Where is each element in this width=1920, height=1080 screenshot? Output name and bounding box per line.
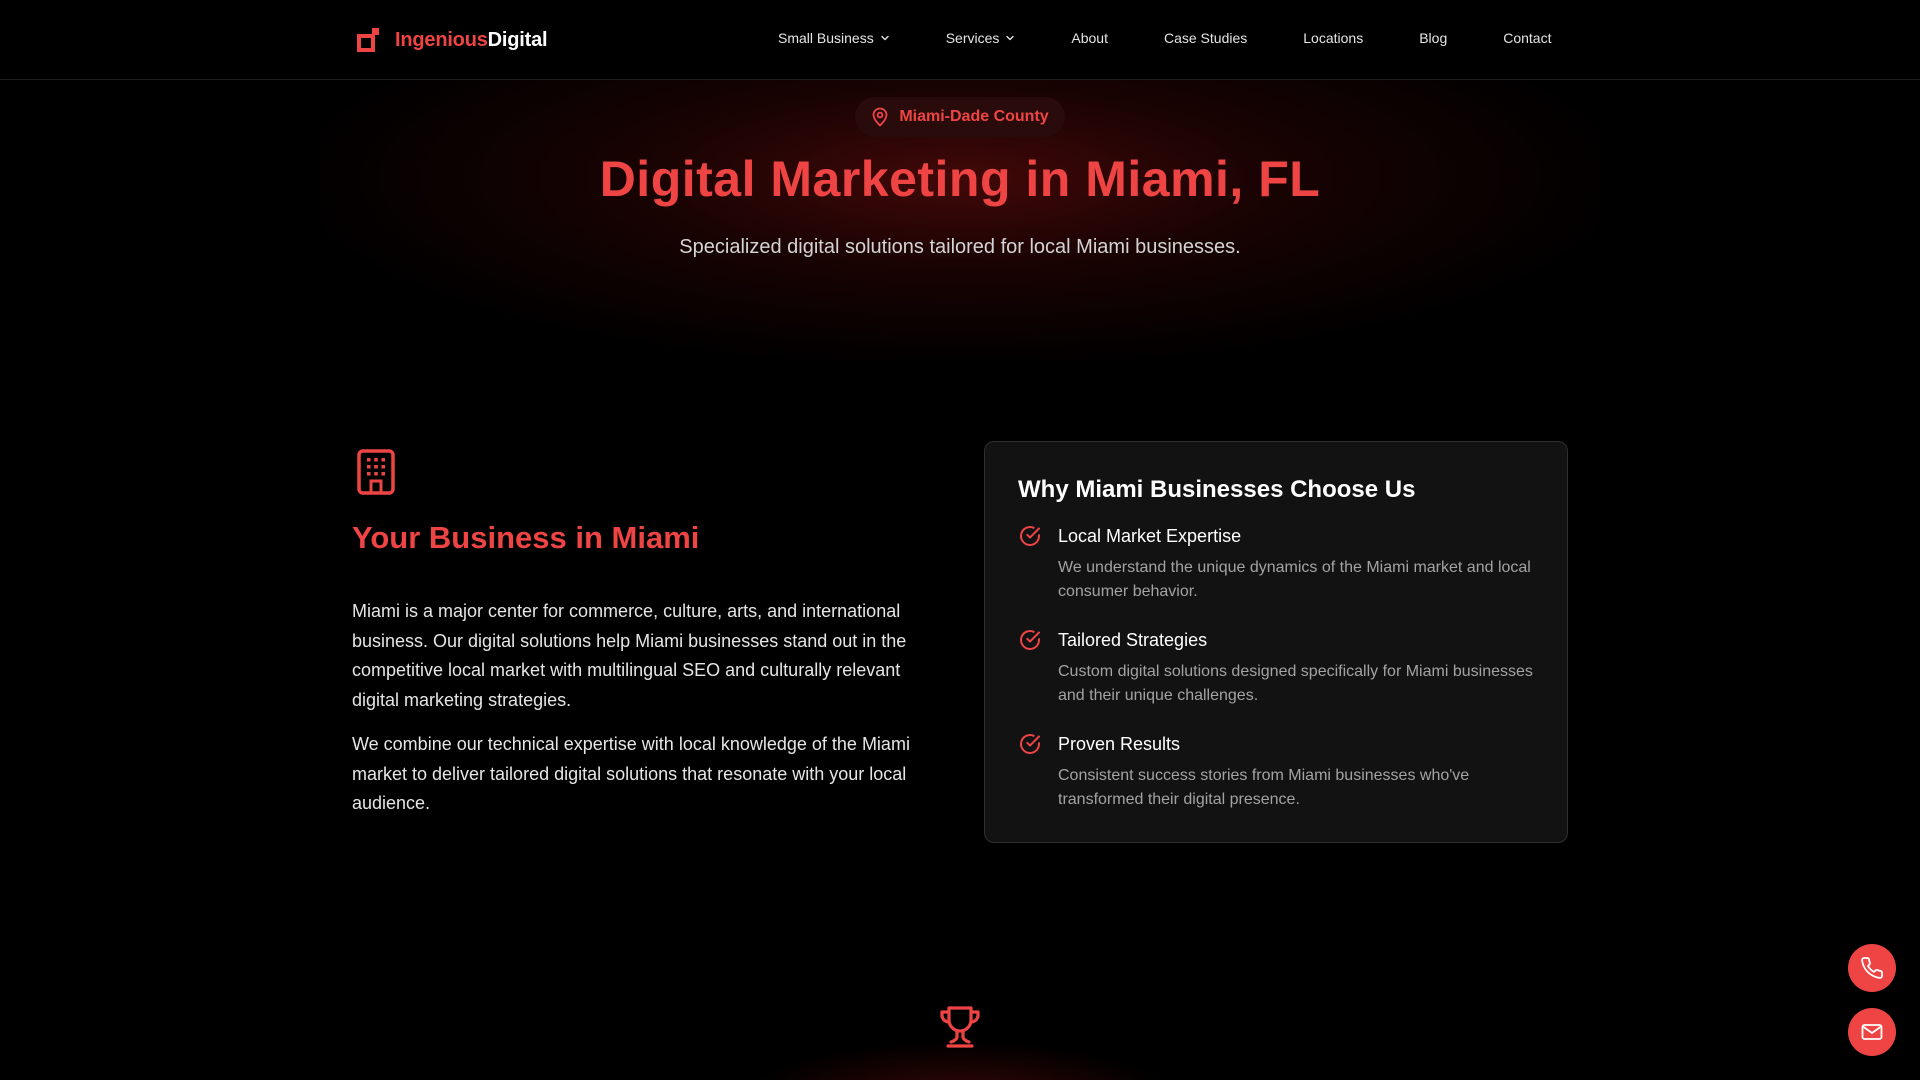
nav-menu: Small Business Services About Case Studi… [778, 30, 1551, 46]
call-button[interactable] [1848, 944, 1896, 992]
card-title: Why Miami Businesses Choose Us [1018, 476, 1416, 503]
nav-item-small-business[interactable]: Small Business [778, 30, 890, 46]
location-badge: Miami-Dade County [855, 97, 1065, 137]
nav-item-label: Small Business [778, 30, 874, 46]
nav-item-label: Locations [1303, 30, 1364, 46]
badge-label: Miami-Dade County [899, 108, 1049, 125]
top-navigation: IngeniousDigital Small Business Services… [0, 0, 1920, 80]
business-paragraph-2: We combine our technical expertise with … [352, 734, 910, 813]
nav-item-contact[interactable]: Contact [1503, 30, 1551, 46]
page-subtitle: Specialized digital solutions tailored f… [679, 236, 1241, 258]
brand-name-part1: Ingenious [395, 28, 488, 51]
chevron-down-icon [881, 35, 889, 41]
business-paragraph-1: Miami is a major center for commerce, cu… [352, 601, 907, 710]
nav-item-locations[interactable]: Locations [1303, 30, 1363, 46]
brand-name: IngeniousDigital [395, 28, 548, 52]
why-choose-us-card: Why Miami Businesses Choose Us Local Mar… [984, 441, 1568, 843]
phone-icon [1861, 957, 1883, 979]
nav-item-label: Case Studies [1163, 30, 1248, 46]
reason-description: Custom digital solutions designed specif… [1058, 663, 1533, 704]
reason-description: Consistent success stories from Miami bu… [1058, 767, 1470, 808]
brand-name-part2: Digital [487, 28, 548, 51]
email-button[interactable] [1848, 1008, 1896, 1056]
nav-item-label: Contact [1503, 30, 1552, 46]
check-circle-icon [1020, 526, 1040, 546]
reason-title: Tailored Strategies [1058, 630, 1208, 650]
chevron-down-icon [1006, 35, 1015, 41]
nav-item-label: Services [945, 30, 1000, 46]
logo[interactable]: IngeniousDigital [357, 26, 548, 54]
nav-item-case-studies[interactable]: Case Studies [1164, 30, 1247, 46]
nav-item-services[interactable]: Services [946, 30, 1016, 46]
business-section-title: Your Business in Miami [352, 520, 700, 555]
reason-title: Local Market Expertise [1058, 526, 1242, 546]
check-circle-icon [1020, 734, 1040, 754]
nav-item-label: Blog [1419, 30, 1448, 46]
reason-description: We understand the unique dynamics of the… [1058, 559, 1531, 600]
nav-item-label: About [1071, 30, 1108, 46]
nav-item-blog[interactable]: Blog [1419, 30, 1447, 46]
map-pin-icon [872, 107, 888, 127]
page-title: Digital Marketing in Miami, FL [599, 151, 1321, 207]
reason-title: Proven Results [1058, 734, 1181, 754]
nav-item-about[interactable]: About [1071, 30, 1108, 46]
check-circle-icon [1020, 630, 1040, 650]
mail-icon [1861, 1024, 1883, 1040]
building-icon [357, 449, 395, 495]
logo-icon [357, 28, 379, 52]
trophy-icon [940, 1006, 980, 1048]
